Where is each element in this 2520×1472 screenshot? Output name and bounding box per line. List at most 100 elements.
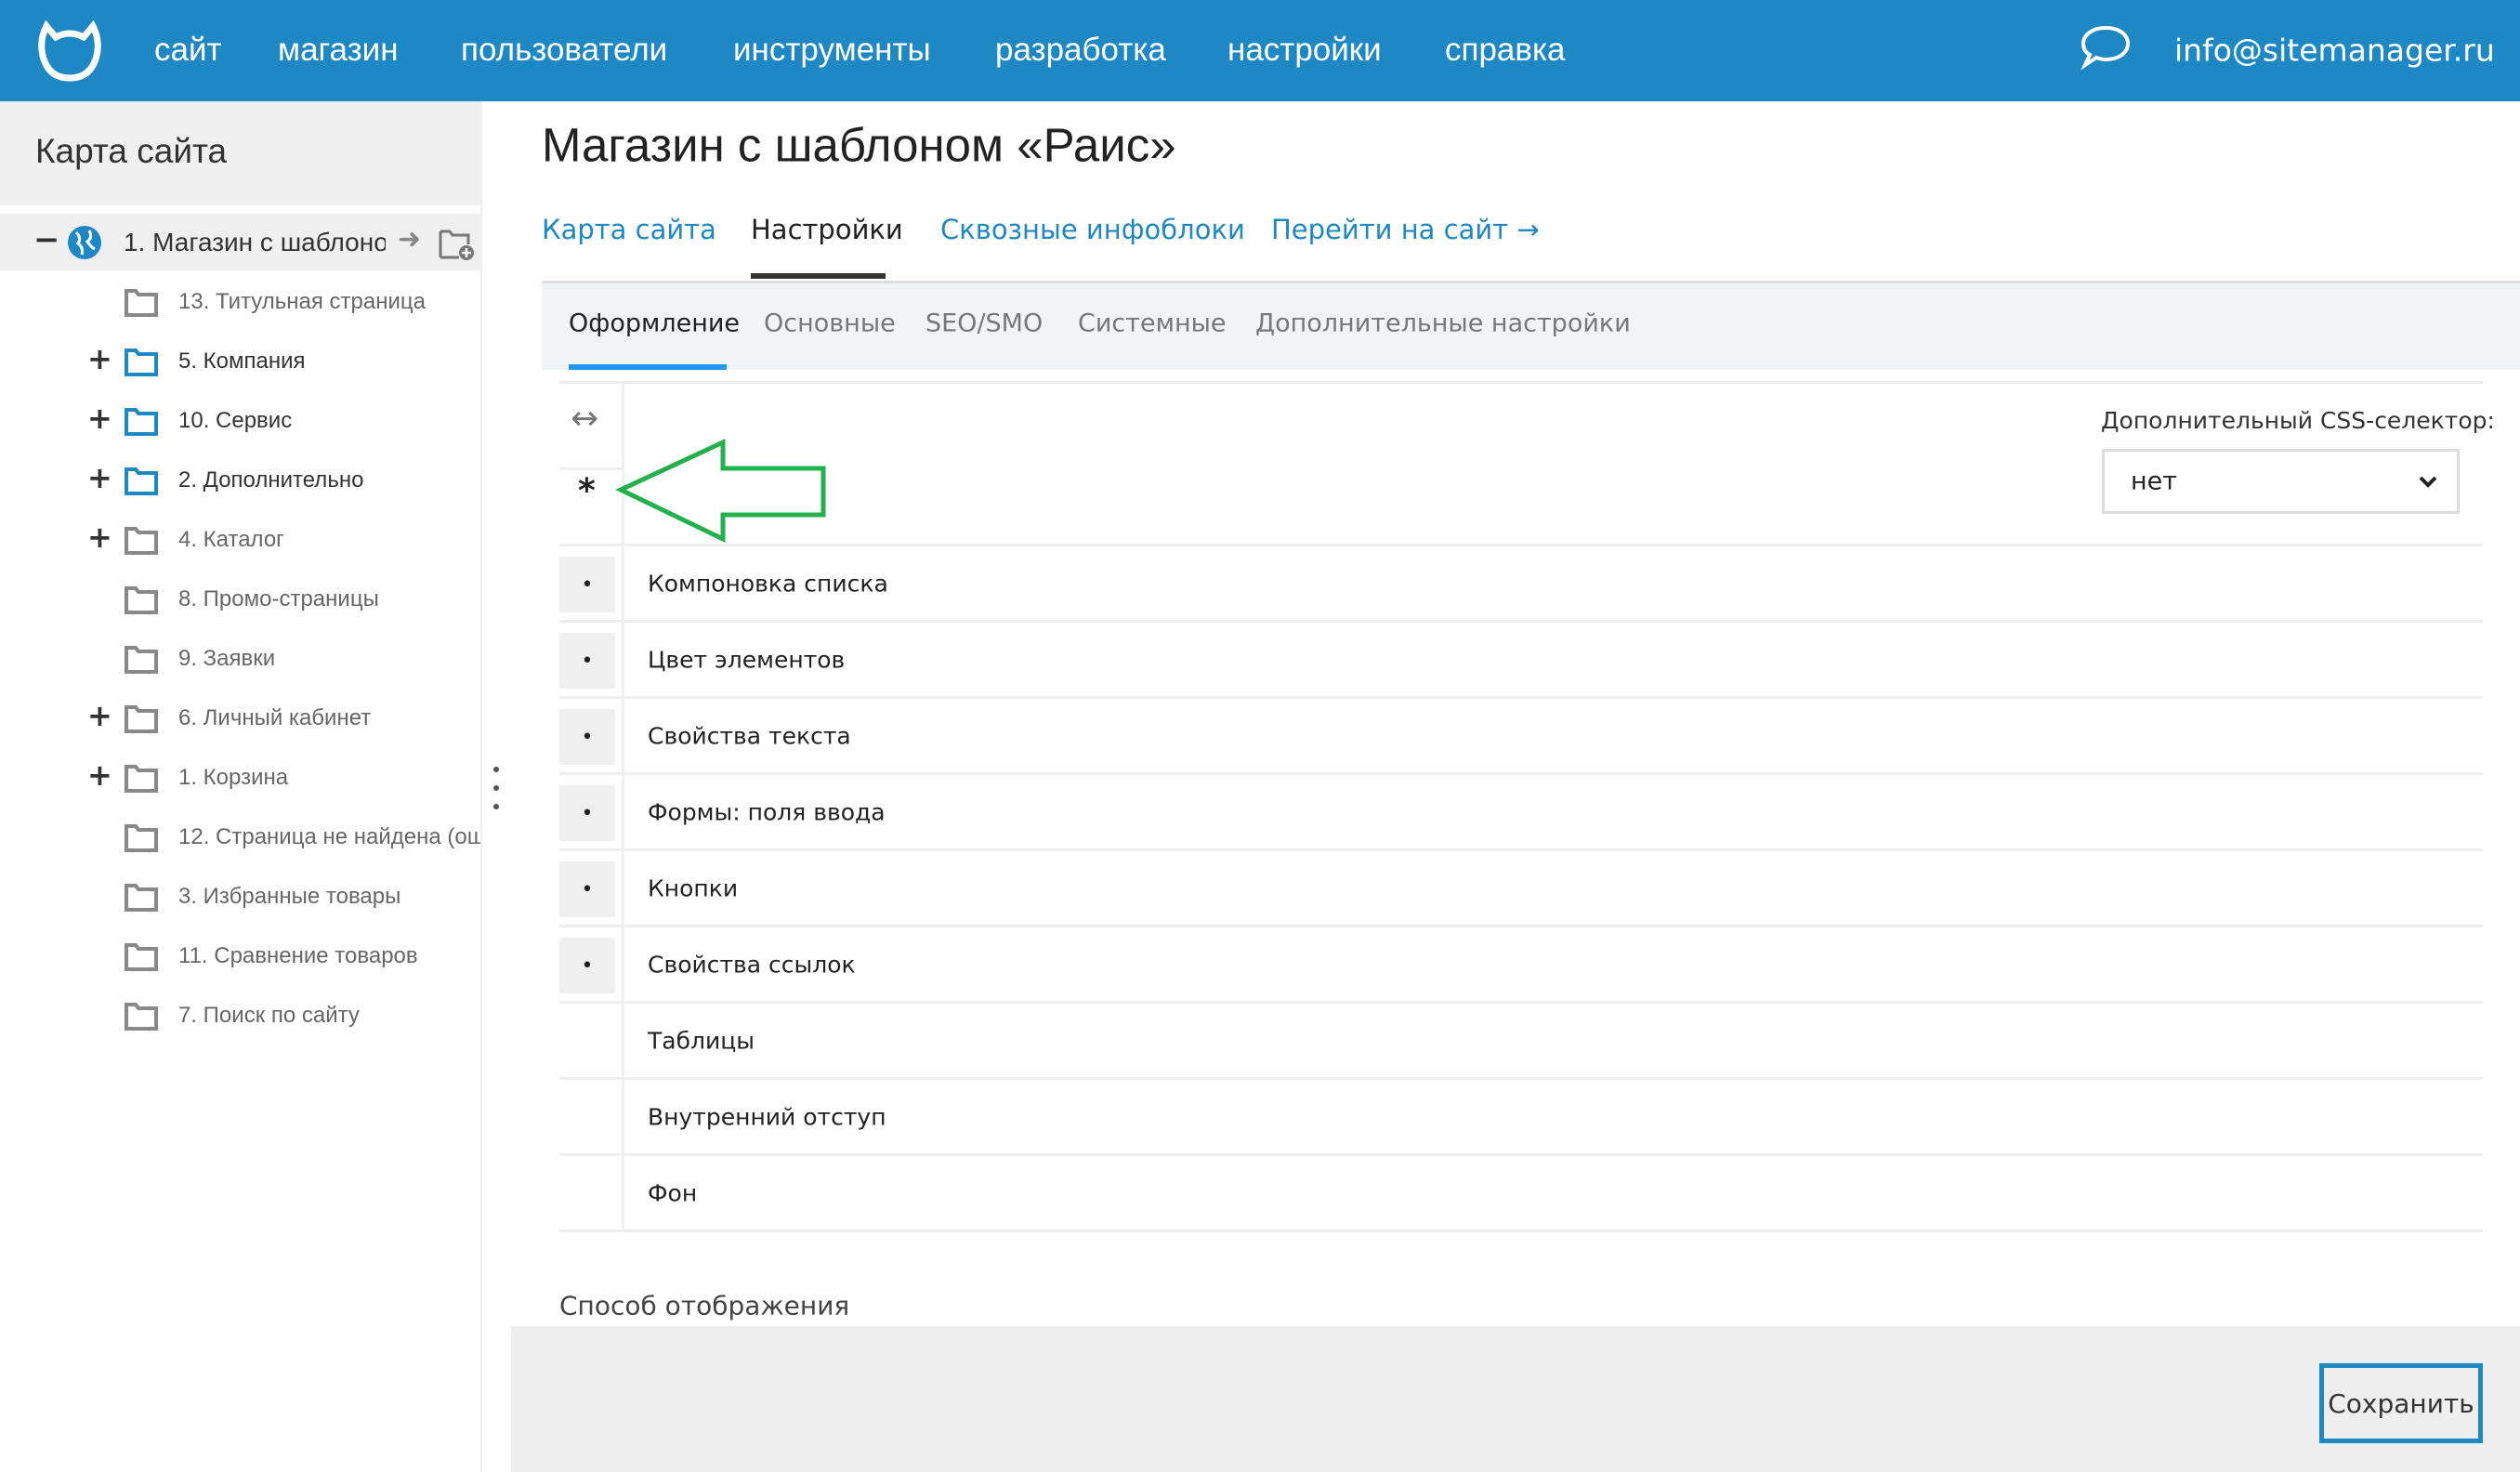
sidebar-title: Карта сайта — [35, 132, 228, 170]
nav-tools[interactable]: инструменты — [733, 32, 931, 69]
subtab-system[interactable]: Системные — [1078, 309, 1227, 338]
settings-row[interactable]: Фон — [559, 1156, 2483, 1232]
tree-item-label: 5. Компания — [178, 348, 306, 374]
subtab-seo-smo[interactable]: SEO/SMO — [925, 309, 1043, 338]
folder-icon — [125, 408, 158, 436]
tree-item[interactable]: 3. Избранные товары — [0, 869, 480, 925]
settings-row[interactable]: • Компоновка списка — [559, 546, 2483, 623]
asterisk-icon[interactable]: * — [578, 472, 596, 510]
globe-icon — [68, 226, 101, 259]
css-selector-label: Дополнительный CSS-селектор: — [2101, 407, 2495, 434]
folder-icon — [125, 884, 158, 912]
tree-item-label: 3. Избранные товары — [178, 884, 401, 909]
subtab-additional[interactable]: Дополнительные настройки — [1255, 309, 1631, 338]
tree-item[interactable]: 12. Страница не найдена (ош — [0, 809, 480, 865]
subtab-design[interactable]: Оформление — [569, 309, 740, 338]
row-label: Компоновка списка — [648, 570, 888, 597]
tree-item-label: 2. Дополнительно — [178, 467, 364, 493]
row-label: Формы: поля ввода — [648, 798, 886, 825]
active-subtab-indicator — [569, 364, 727, 370]
row-label: Свойства текста — [648, 722, 851, 749]
settings-row[interactable]: Внутренний отступ — [559, 1080, 2483, 1156]
tree-item-label: 12. Страница не найдена (ош — [178, 824, 480, 849]
collapse-toggle[interactable]: − — [33, 221, 60, 258]
settings-row[interactable]: • Формы: поля ввода — [559, 775, 2483, 851]
row-label: Фон — [648, 1179, 698, 1206]
tree-root-label[interactable]: 1. Магазин с шаблоно — [124, 228, 386, 257]
icon-row-divider — [559, 467, 622, 470]
css-selector-value: нет — [2131, 467, 2177, 496]
logo-icon[interactable] — [37, 20, 102, 82]
row-label: Свойства ссылок — [648, 951, 856, 978]
nav-help[interactable]: справка — [1445, 32, 1566, 69]
nav-shop[interactable]: магазин — [278, 32, 399, 69]
add-folder-icon[interactable] — [439, 228, 476, 261]
nav-development[interactable]: разработка — [995, 32, 1166, 69]
expand-toggle[interactable]: + — [87, 341, 112, 376]
nav-settings[interactable]: настройки — [1227, 32, 1382, 69]
subtab-basic[interactable]: Основные — [764, 309, 896, 338]
row-toggle-button[interactable]: • — [559, 861, 615, 917]
expand-toggle[interactable]: + — [87, 519, 112, 555]
row-toggle-button[interactable]: • — [559, 557, 615, 612]
tree-item[interactable]: 8. Промо-страницы — [0, 572, 480, 627]
tree-item[interactable]: 7. Поиск по сайту — [0, 988, 480, 1044]
folder-icon — [125, 289, 158, 317]
tree-item[interactable]: 11. Сравнение товаров — [0, 928, 480, 984]
row-toggle-button[interactable]: • — [559, 633, 615, 689]
tab-global-infoblocks[interactable]: Сквозные инфоблоки — [940, 214, 1245, 245]
go-arrow-icon[interactable]: ➜ — [398, 223, 421, 256]
tree-item-label: 9. Заявки — [178, 646, 276, 671]
footer-bar: Сохранить — [511, 1326, 2520, 1472]
expand-toggle[interactable]: + — [87, 460, 112, 495]
section-title: Способ отображения — [559, 1290, 850, 1321]
settings-row[interactable]: • Цвет элементов — [559, 623, 2483, 699]
tab-sitemap[interactable]: Карта сайта — [542, 214, 716, 245]
tab-go-to-site[interactable]: Перейти на сайт → — [1271, 214, 1540, 245]
tree-item[interactable]: +6. Личный кабинет — [0, 690, 480, 746]
settings-row[interactable]: • Свойства ссылок — [559, 927, 2483, 1004]
annotation-arrow — [615, 439, 826, 543]
tree-item-label: 7. Поиск по сайту — [178, 1003, 360, 1028]
settings-row[interactable]: Таблицы — [559, 1004, 2483, 1080]
tree-item-label: 4. Каталог — [178, 527, 284, 552]
row-toggle-button[interactable]: • — [559, 938, 615, 993]
folder-icon — [125, 1003, 158, 1031]
sidebar-resize-handle[interactable] — [493, 767, 501, 811]
css-selector-select[interactable]: нет — [2102, 449, 2460, 514]
nav-users[interactable]: пользователи — [461, 32, 667, 69]
tree-item[interactable]: +10. Сервис — [0, 393, 480, 449]
page-title: Магазин с шаблоном «Раис» — [542, 118, 1176, 172]
chevron-down-icon — [2419, 476, 2437, 488]
tree-item-label: 10. Сервис — [178, 408, 293, 433]
tree-root[interactable]: − 1. Магазин с шаблоно ➜ — [0, 214, 480, 270]
tab-settings[interactable]: Настройки — [751, 214, 903, 245]
settings-row[interactable]: • Свойства текста — [559, 699, 2483, 775]
tree-item[interactable]: 9. Заявки — [0, 631, 480, 687]
tree-item[interactable]: +4. Каталог — [0, 512, 480, 568]
expand-toggle[interactable]: + — [87, 757, 112, 793]
folder-icon — [125, 705, 158, 733]
nav-site[interactable]: сайт — [154, 32, 222, 69]
tree-item[interactable]: +2. Дополнительно — [0, 453, 480, 508]
row-toggle-button[interactable]: • — [559, 785, 615, 841]
tree-item[interactable]: +1. Корзина — [0, 750, 480, 806]
folder-icon — [125, 646, 158, 674]
active-tab-indicator — [751, 273, 886, 279]
tree-item-label: 11. Сравнение товаров — [178, 943, 418, 968]
expand-toggle[interactable]: + — [87, 698, 112, 733]
folder-icon — [125, 527, 158, 555]
chat-icon[interactable] — [2080, 24, 2132, 71]
account-email[interactable]: info@sitemanager.ru — [2174, 33, 2495, 69]
save-button[interactable]: Сохранить — [2319, 1363, 2483, 1443]
resize-icon[interactable]: ↔ — [571, 400, 598, 438]
sidebar-header: Карта сайта — [0, 101, 480, 205]
settings-row[interactable]: • Кнопки — [559, 851, 2483, 927]
tree-item[interactable]: 13. Титульная страница — [0, 274, 480, 330]
tree-item[interactable]: +5. Компания — [0, 334, 480, 389]
panel-top-border — [559, 381, 2483, 384]
row-toggle-button[interactable]: • — [559, 709, 615, 765]
row-label: Цвет элементов — [648, 646, 846, 673]
expand-toggle[interactable]: + — [87, 401, 112, 436]
folder-icon — [125, 348, 158, 376]
